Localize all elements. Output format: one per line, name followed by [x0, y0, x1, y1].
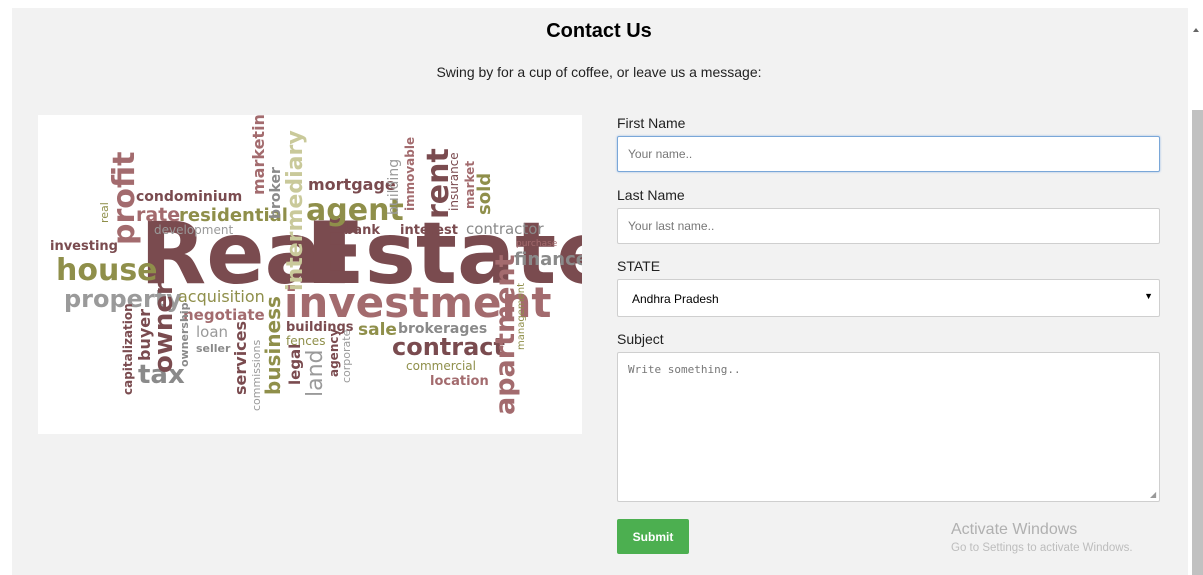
activate-windows-title: Activate Windows: [951, 521, 1078, 538]
subject-textarea[interactable]: [617, 352, 1160, 502]
word-apartment: apartment: [490, 254, 521, 415]
word-marketing: marketing: [249, 115, 268, 195]
word-intermediary: intermediary: [283, 130, 308, 291]
word-interest: interest: [400, 223, 458, 238]
word-immovable: immovable: [403, 137, 417, 211]
first-name-input[interactable]: [617, 136, 1160, 172]
submit-button[interactable]: Submit: [617, 519, 689, 554]
last-name-label: Last Name: [617, 187, 685, 203]
word-sale: sale: [358, 320, 397, 340]
word-sold: sold: [474, 173, 495, 215]
top-bar: [0, 0, 1203, 8]
word-land: land: [303, 349, 328, 397]
word-acquisition: acquisition: [178, 287, 265, 306]
word-agency: agency: [327, 329, 341, 377]
word-purchase: purchase: [516, 239, 558, 249]
word-location: location: [430, 374, 489, 389]
left-edge: [0, 0, 12, 575]
word-condominium: condominium: [136, 189, 242, 205]
word-broker: broker: [268, 167, 284, 219]
word-legal: legal: [286, 344, 304, 385]
state-select[interactable]: Andhra Pradesh ▼: [617, 279, 1160, 317]
subject-label: Subject: [617, 331, 664, 347]
word-contract: contract: [392, 333, 505, 361]
word-brokerages: brokerages: [398, 321, 487, 337]
word-development: development: [154, 223, 233, 237]
word-ownership: ownership: [178, 302, 191, 367]
word-building: building: [386, 159, 402, 215]
word-finance: finance: [514, 249, 582, 270]
state-selected-value: Andhra Pradesh: [632, 292, 719, 306]
word-negotiate: negotiate: [183, 306, 265, 324]
word-contractor: contractor: [466, 220, 544, 238]
word-insurance: insurance: [447, 152, 461, 211]
dropdown-arrow-icon: ▼: [1144, 291, 1153, 301]
word-house: house: [56, 253, 158, 288]
word-mortgage: mortgage: [308, 175, 396, 194]
word-business: business: [261, 296, 285, 395]
state-label: STATE: [617, 258, 661, 274]
first-name-label: First Name: [617, 115, 686, 131]
real-estate-word-cloud-image: Real Estate investment house property ag…: [38, 115, 582, 434]
word-bank: bank: [344, 223, 380, 238]
word-services: services: [231, 321, 250, 395]
activate-windows-subtitle: Go to Settings to activate Windows.: [951, 542, 1133, 554]
word-corporate: corporate: [340, 329, 353, 383]
last-name-input[interactable]: [617, 208, 1160, 244]
word-real-small: real: [98, 202, 111, 223]
word-capitalization: capitalization: [121, 303, 135, 395]
word-buyer: buyer: [135, 309, 154, 361]
scrollbar-thumb[interactable]: [1192, 110, 1203, 575]
word-loan: loan: [196, 323, 228, 341]
page-title: Contact Us: [546, 20, 652, 42]
word-profit: profit: [107, 152, 142, 245]
resize-grip-icon[interactable]: ◢: [1150, 491, 1158, 499]
word-commercial: commercial: [406, 359, 476, 373]
scroll-up-icon[interactable]: [1193, 28, 1199, 32]
page-subtitle: Swing by for a cup of coffee, or leave u…: [436, 64, 762, 80]
word-seller: seller: [196, 342, 231, 355]
